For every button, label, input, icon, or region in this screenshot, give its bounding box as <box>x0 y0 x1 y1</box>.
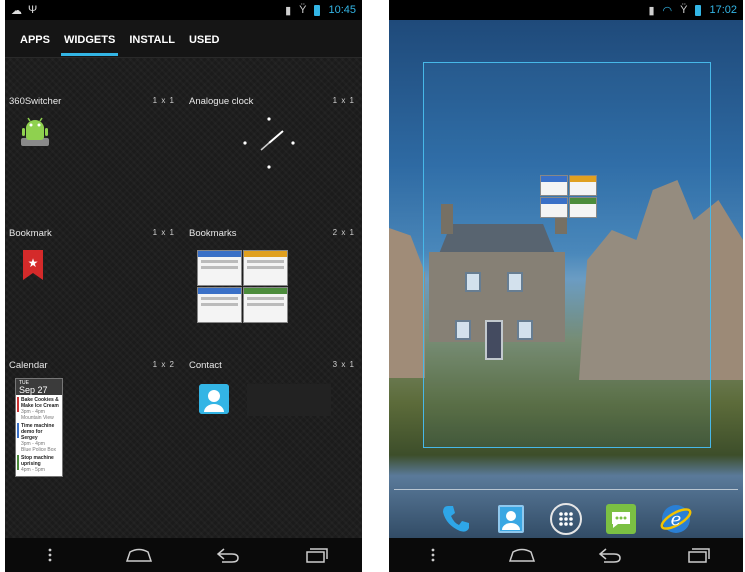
usb-icon: Ψ <box>28 3 38 16</box>
battery-icon <box>314 4 321 16</box>
bookmark-thumbnail <box>243 287 288 323</box>
bookmark-thumbnail <box>569 197 597 218</box>
navigation-bar <box>389 538 743 572</box>
contacts-icon[interactable] <box>493 501 529 537</box>
bookmark-ribbon-icon: ★ <box>23 250 43 280</box>
all-apps-icon[interactable] <box>548 501 584 537</box>
status-bar: ☁ Ψ ▮ Ϋ 10:45 <box>5 0 362 20</box>
sim-icon: ▮ <box>648 4 655 17</box>
android-switch-icon <box>21 117 49 146</box>
battery-icon <box>695 4 702 16</box>
tab-widgets[interactable]: WIDGETS <box>57 22 122 56</box>
calendar-event: Time machine demo for Sergey 3pm - 4pm B… <box>16 421 62 453</box>
widget-360switcher[interactable]: 360Switcher 1 x 1 <box>5 58 179 188</box>
tab-apps[interactable]: APPS <box>13 22 57 56</box>
wifi-icon: ◠ <box>662 4 673 17</box>
dock-divider <box>394 489 738 490</box>
widget-size: 3 x 1 <box>332 360 355 369</box>
signal-icon: Ϋ <box>299 4 307 16</box>
widget-size: 1 x 1 <box>152 96 175 105</box>
widget-contact[interactable]: Contact 3 x 1 <box>185 322 359 452</box>
browser-icon[interactable]: e <box>658 501 694 537</box>
tab-used[interactable]: USED <box>182 22 227 56</box>
status-bar: ▮ ◠ Ϋ 17:02 <box>389 0 743 20</box>
notification-cloud-icon: ☁ <box>11 4 22 17</box>
svg-text:★: ★ <box>28 256 39 270</box>
status-time: 10:45 <box>328 4 356 16</box>
widget-bookmark[interactable]: Bookmark 1 x 1 ★ <box>5 190 179 320</box>
bookmark-thumbnail <box>569 175 597 196</box>
home-screen: ▮ ◠ Ϋ 17:02 e <box>389 0 743 572</box>
contact-icon <box>199 384 229 414</box>
svg-text:e: e <box>670 509 681 530</box>
navigation-bar <box>5 538 362 572</box>
widget-size: 1 x 1 <box>332 96 355 105</box>
tab-install[interactable]: INSTALL <box>122 22 182 56</box>
widget-bookmarks[interactable]: Bookmarks 2 x 1 <box>185 190 359 323</box>
home-icon[interactable] <box>124 545 154 565</box>
signal-icon: Ϋ <box>680 4 688 16</box>
tab-bar: APPS WIDGETS INSTALL USED <box>5 20 362 58</box>
wallpaper-rock <box>389 228 425 378</box>
calendar-event: Bake Cookies & Make Ice Cream 3pm - 4pm … <box>16 395 62 421</box>
widget-name: Contact <box>189 360 222 371</box>
phone-icon[interactable] <box>438 501 474 537</box>
menu-icon[interactable] <box>418 545 448 565</box>
messaging-icon[interactable] <box>603 501 639 537</box>
widget-picker-screen: ☁ Ψ ▮ Ϋ 10:45 APPS WIDGETS INSTALL USED … <box>5 0 362 572</box>
bookmark-thumbnail <box>197 287 242 323</box>
bookmark-thumbnail <box>197 250 242 286</box>
widget-analogue-clock[interactable]: Analogue clock 1 x 1 <box>185 58 359 188</box>
bookmark-thumbnail <box>243 250 288 286</box>
bookmark-thumbnail <box>540 197 568 218</box>
widget-name: Bookmark <box>9 228 52 239</box>
home-icon[interactable] <box>507 545 537 565</box>
widget-calendar[interactable]: Calendar 1 x 2 TUE Sep 27 Bake Cookies &… <box>5 322 179 477</box>
widget-name: Analogue clock <box>189 96 254 107</box>
widget-drop-area[interactable] <box>423 62 711 448</box>
recent-apps-icon[interactable] <box>302 545 332 565</box>
widget-size: 1 x 1 <box>152 228 175 237</box>
bookmarks-thumbnails <box>197 250 289 323</box>
calendar-date-header: TUE Sep 27 <box>16 379 62 395</box>
bookmark-thumbnail <box>540 175 568 196</box>
sim-icon: ▮ <box>285 4 292 17</box>
widget-size: 2 x 1 <box>332 228 355 237</box>
widget-name: Calendar <box>9 360 48 371</box>
widget-name: 360Switcher <box>9 96 62 107</box>
calendar-event: Stop machine uprising 4pm - 5pm <box>16 453 62 473</box>
recent-apps-icon[interactable] <box>684 545 714 565</box>
dragged-widget-preview[interactable] <box>540 175 598 221</box>
widget-name: Bookmarks <box>189 228 237 239</box>
widget-size: 1 x 2 <box>152 360 175 369</box>
status-time: 17:02 <box>709 4 737 16</box>
back-icon[interactable] <box>595 545 625 565</box>
analog-clock-icon <box>243 117 295 169</box>
back-icon[interactable] <box>213 545 243 565</box>
dock: e <box>389 497 743 541</box>
calendar-preview: TUE Sep 27 Bake Cookies & Make Ice Cream… <box>15 378 63 477</box>
menu-icon[interactable] <box>35 545 65 565</box>
contact-preview-bar <box>247 384 331 416</box>
calendar-date: Sep 27 <box>19 385 48 395</box>
